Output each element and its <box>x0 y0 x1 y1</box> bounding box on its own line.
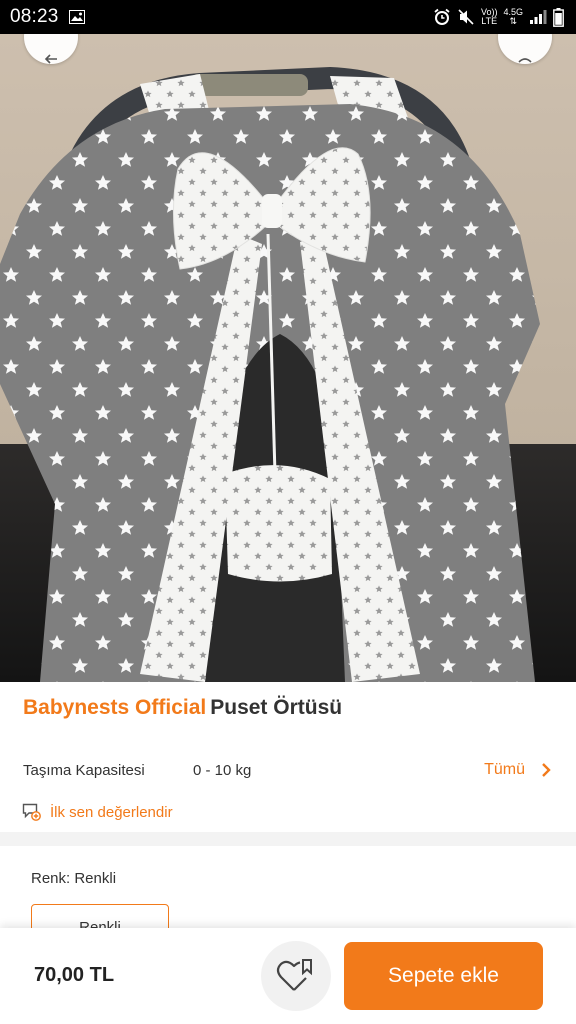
review-icon <box>22 803 41 821</box>
status-time: 08:23 <box>10 6 59 27</box>
brand-name[interactable]: Babynests Official <box>23 696 206 719</box>
spec-label: Taşıma Kapasitesi <box>23 761 145 779</box>
battery-icon <box>553 7 564 27</box>
add-to-cart-button[interactable]: Sepete ekle <box>344 942 543 1010</box>
volte-indicator: Vo)) LTE <box>480 7 498 26</box>
network-type-indicator: 4.5G ⇅ <box>503 7 523 26</box>
status-bar: 08:23 Vo)) LTE 4.5G ⇅ <box>0 0 576 34</box>
section-divider <box>0 832 576 846</box>
spec-row: Taşıma Kapasitesi 0 - 10 kg Tümü <box>23 758 553 782</box>
all-specs-label: Tümü <box>484 761 525 778</box>
product-image[interactable] <box>0 34 576 682</box>
product-title: Babynests Official Puset Örtüsü <box>23 696 342 720</box>
image-icon <box>68 10 85 24</box>
signal-icon <box>529 9 547 25</box>
alarm-icon <box>433 8 451 26</box>
all-specs-link[interactable]: Tümü <box>484 761 553 779</box>
share-icon <box>518 58 532 63</box>
favorite-button[interactable] <box>261 941 331 1011</box>
rate-text: İlk sen değerlendir <box>50 803 173 821</box>
spec-value: 0 - 10 kg <box>193 761 252 779</box>
mute-icon <box>457 8 475 26</box>
bottom-bar: 70,00 TL Sepete ekle <box>0 928 576 1024</box>
rate-link[interactable]: İlk sen değerlendir <box>22 803 173 821</box>
product-name: Puset Örtüsü <box>210 696 343 719</box>
chevron-right-icon <box>542 763 551 777</box>
product-photo <box>0 34 576 682</box>
product-info: Babynests Official Puset Örtüsü Taşıma Ka… <box>0 682 576 832</box>
price: 70,00 TL <box>34 964 115 986</box>
variant-label: Renk: Renkli <box>31 870 117 887</box>
variant-section: Renk: Renkli Renkli <box>0 846 576 944</box>
heart-bookmark-icon <box>276 959 312 991</box>
back-arrow-icon <box>44 54 57 64</box>
